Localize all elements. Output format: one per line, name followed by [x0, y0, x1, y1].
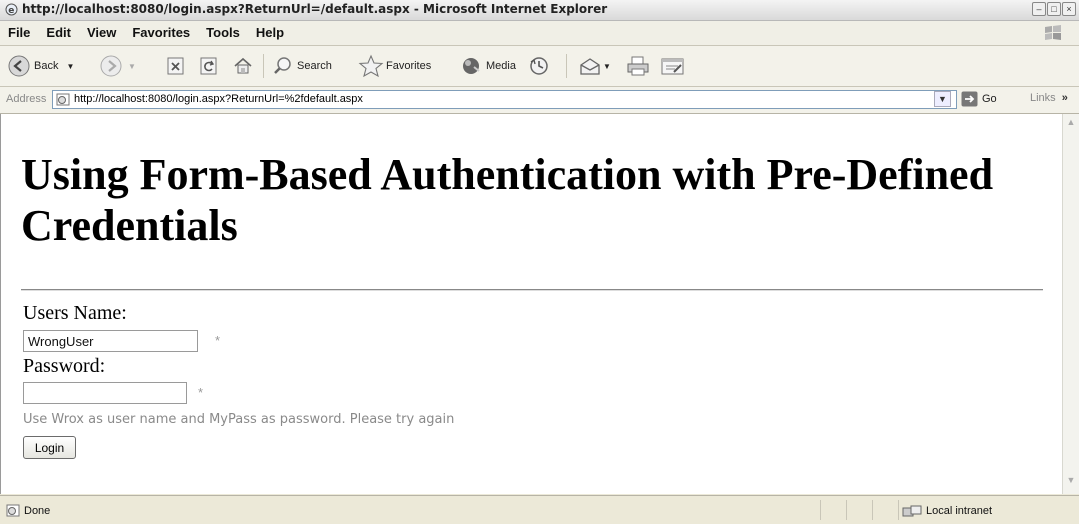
stop-icon [167, 57, 184, 75]
username-input[interactable] [23, 330, 198, 352]
history-button[interactable] [528, 53, 550, 79]
menu-favorites[interactable]: Favorites [132, 25, 190, 40]
back-dropdown-icon[interactable]: ▼ [66, 62, 74, 71]
status-text: Done [24, 504, 51, 517]
toolbar-separator [263, 54, 264, 78]
login-button[interactable]: Login [23, 436, 76, 459]
go-label: Go [982, 93, 997, 105]
window-title: http://localhost:8080/login.aspx?ReturnU… [22, 2, 608, 16]
links-chevron-icon: » [1061, 92, 1068, 104]
go-arrow-icon [961, 91, 978, 107]
horizontal-rule [21, 289, 1043, 291]
password-input[interactable] [23, 382, 187, 404]
menu-view[interactable]: View [87, 25, 116, 40]
media-button[interactable]: Media [459, 53, 516, 79]
scroll-up-icon[interactable]: ▲ [1065, 117, 1077, 131]
toolbar: Back ▼ ▼ Search Favorites Media ▼ [0, 46, 1079, 87]
mail-icon [580, 58, 600, 75]
password-label: Password: [23, 355, 106, 377]
mail-button[interactable]: ▼ [578, 53, 611, 79]
svg-text:e: e [8, 6, 14, 16]
status-done: Done [6, 504, 50, 517]
minimize-icon[interactable]: – [1032, 2, 1046, 16]
stop-button[interactable] [166, 53, 186, 79]
favorites-button[interactable]: Favorites [358, 53, 431, 79]
address-label: Address [6, 93, 47, 105]
search-label: Search [297, 60, 332, 72]
refresh-icon [200, 57, 217, 75]
links-button[interactable]: Links » [1030, 92, 1068, 104]
refresh-button[interactable] [199, 53, 219, 79]
login-hint-message: Use Wrox as user name and MyPass as pass… [23, 412, 455, 427]
toolbar-separator [566, 54, 567, 78]
status-cell [820, 500, 843, 520]
go-button[interactable]: Go [961, 91, 997, 107]
menu-bar: File Edit View Favorites Tools Help [0, 21, 1079, 46]
back-button[interactable]: Back ▼ [8, 53, 74, 79]
page-icon [56, 93, 70, 106]
scroll-down-icon[interactable]: ▼ [1065, 475, 1077, 489]
status-cell [872, 500, 895, 520]
edit-button[interactable] [660, 53, 686, 79]
security-zone[interactable]: Local intranet [902, 504, 992, 518]
page-done-icon [6, 504, 20, 517]
forward-dropdown-icon[interactable]: ▼ [128, 62, 136, 71]
status-cell [846, 500, 869, 520]
title-bar: e http://localhost:8080/login.aspx?Retur… [0, 0, 1079, 21]
page-title: Using Form-Based Authentication with Pre… [21, 150, 994, 250]
media-icon [463, 58, 480, 74]
mail-dropdown-icon[interactable]: ▼ [603, 62, 611, 71]
window-controls: – □ × [1032, 2, 1076, 16]
menu-edit[interactable]: Edit [46, 25, 71, 40]
links-label: Links [1030, 92, 1056, 104]
favorites-label: Favorites [386, 60, 432, 72]
print-icon [627, 56, 649, 76]
page-content: Using Form-Based Authentication with Pre… [0, 114, 1062, 494]
local-intranet-icon [902, 505, 922, 517]
ie-page-icon: e [5, 3, 18, 16]
home-button[interactable] [232, 53, 254, 79]
favorites-star-icon [358, 54, 384, 78]
edit-page-icon [661, 58, 684, 75]
password-required-marker: * [198, 385, 204, 400]
windows-logo-icon [1045, 25, 1061, 40]
address-dropdown-icon[interactable]: ▼ [934, 91, 951, 107]
username-required-marker: * [215, 333, 221, 348]
maximize-icon[interactable]: □ [1047, 2, 1061, 16]
zone-label: Local intranet [926, 505, 993, 517]
address-input[interactable]: http://localhost:8080/login.aspx?ReturnU… [52, 90, 957, 109]
back-label: Back [34, 60, 59, 72]
forward-arrow-icon [100, 55, 122, 77]
browser-window: e http://localhost:8080/login.aspx?Retur… [0, 0, 1079, 524]
status-bar: Done Local intranet [0, 495, 1079, 524]
print-button[interactable] [626, 53, 650, 79]
media-label: Media [486, 60, 516, 72]
menu-tools[interactable]: Tools [206, 25, 240, 40]
menu-file[interactable]: File [8, 25, 30, 40]
search-button[interactable]: Search [272, 53, 332, 79]
menu-help[interactable]: Help [256, 25, 284, 40]
close-icon[interactable]: × [1062, 2, 1076, 16]
back-arrow-icon [8, 55, 30, 77]
username-label: Users Name: [23, 302, 127, 324]
history-icon [530, 57, 548, 75]
address-bar: Address http://localhost:8080/login.aspx… [0, 87, 1079, 114]
search-icon [274, 57, 291, 74]
vertical-scrollbar[interactable]: ▲ ▼ [1062, 114, 1079, 494]
address-url: http://localhost:8080/login.aspx?ReturnU… [74, 93, 363, 105]
home-icon [234, 57, 252, 74]
forward-button[interactable]: ▼ [100, 53, 136, 79]
